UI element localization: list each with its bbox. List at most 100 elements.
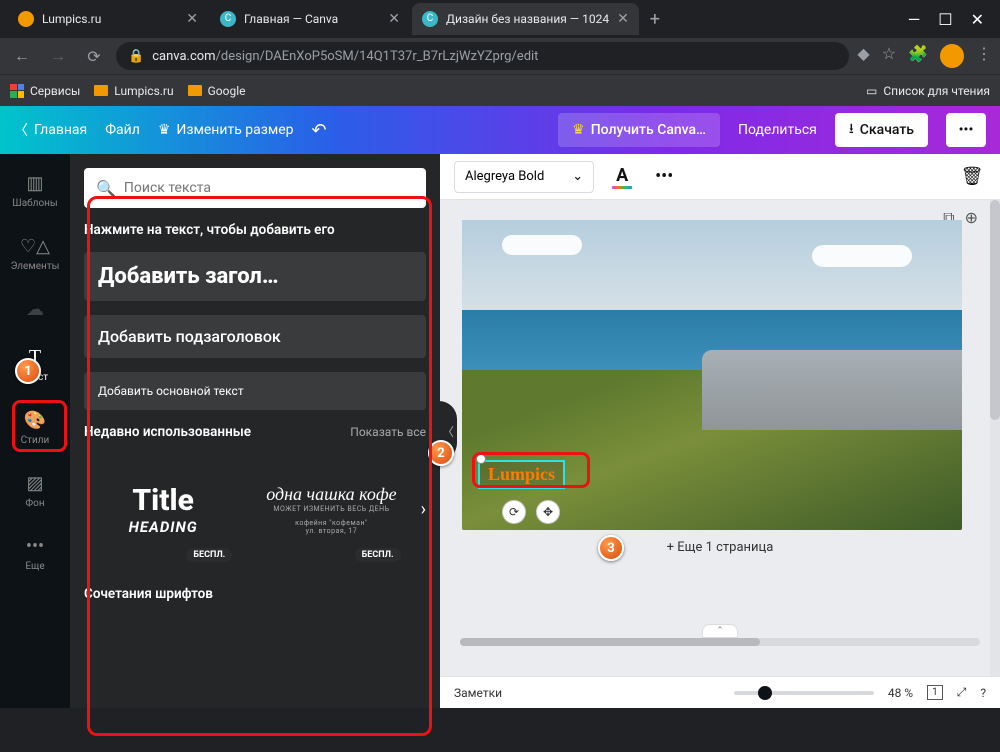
window-close[interactable]: ✕ [971, 10, 984, 29]
zoom-value: 48 % [888, 686, 913, 700]
tab-canva-home[interactable]: C Главная — Canva ✕ [210, 3, 410, 35]
share-button[interactable]: Поделиться [738, 122, 817, 138]
scrollbar-thumb[interactable] [460, 638, 760, 646]
close-icon[interactable]: ✕ [186, 11, 198, 27]
scrollbar-caret[interactable]: ⌃ [702, 624, 738, 638]
tab-title: Главная — Canva [244, 12, 338, 26]
address-bar: ← → ⟳ 🔒 canva.com/design/DAEnXoP5oSM/14Q… [0, 38, 1000, 74]
color-bar-icon [612, 186, 632, 189]
move-button[interactable]: ✥ [536, 500, 560, 524]
horizontal-scrollbar[interactable]: ⌃ [460, 638, 980, 646]
sidebar-background[interactable]: ▨Фон [0, 468, 70, 513]
bookmark-google[interactable]: Google [188, 84, 246, 98]
nav-forward[interactable]: → [44, 42, 72, 70]
free-badge: БЕСПЛ. [355, 548, 401, 562]
reading-list[interactable]: ▭ Список для чтения [866, 84, 990, 98]
app-body: ▥Шаблоны ♡△Элементы ☁ TТекст 🎨Стили ▨Фон… [0, 154, 1000, 708]
canvas-wrap: ⧉ ⊕ Lumpics ⟳ ✥ + Еще 1 с [440, 200, 1000, 676]
bookmark-label: Lumpics.ru [114, 84, 173, 98]
tab-lumpics[interactable]: Lumpics.ru ✕ [8, 3, 208, 35]
menu-icon[interactable]: ⋮ [976, 44, 992, 68]
tab-title: Дизайн без названия — 1024 [446, 12, 609, 26]
window-maximize[interactable]: ☐ [938, 10, 952, 29]
extension-icon[interactable]: 🧩 [908, 44, 928, 68]
bookmark-label: Сервисы [30, 84, 80, 98]
tab-canva-design[interactable]: C Дизайн без названия — 1024 ✕ [412, 3, 639, 35]
window-minimize[interactable]: — [908, 10, 921, 29]
star-icon[interactable]: ☆ [882, 44, 896, 68]
add-body-button[interactable]: Добавить основной текст [84, 372, 426, 410]
home-button[interactable]: 〈Главная [14, 120, 87, 140]
footer-bar: Заметки 48 % 1 ⤢ ? [440, 676, 1000, 708]
new-tab-button[interactable]: + [641, 5, 669, 33]
notes-button[interactable]: Заметки [454, 686, 502, 700]
sidebar-templates[interactable]: ▥Шаблоны [0, 168, 70, 213]
text-content: Lumpics [488, 464, 555, 484]
font-combos-heading: Сочетания шрифтов [84, 586, 426, 602]
template-title[interactable]: Title HEADING БЕСПЛ. [84, 454, 242, 564]
bookmarks-bar: Сервисы Lumpics.ru Google ▭ Список для чт… [0, 74, 1000, 106]
design-canvas[interactable]: Lumpics ⟳ ✥ [462, 220, 962, 530]
sidebar-elements[interactable]: ♡△Элементы [0, 231, 70, 276]
crown-icon: ♛ [572, 122, 585, 138]
close-icon[interactable]: ✕ [617, 11, 629, 27]
bookmark-lumpics[interactable]: Lumpics.ru [94, 84, 173, 98]
text-element[interactable]: Lumpics [478, 460, 565, 489]
grid-view-icon[interactable]: 1 [927, 685, 943, 700]
more-toolbar-button[interactable]: ••• [650, 163, 678, 191]
zoom-slider[interactable] [734, 691, 874, 695]
cloud [812, 245, 912, 267]
nav-reload[interactable]: ⟳ [80, 42, 108, 70]
bookmark-services[interactable]: Сервисы [10, 84, 80, 98]
cloud-icon: ☁ [24, 298, 46, 320]
more-button[interactable]: ••• [946, 113, 986, 147]
crown-icon: ♛ [158, 122, 171, 138]
tab-title: Lumpics.ru [42, 12, 101, 26]
palette-icon: 🎨 [24, 409, 46, 431]
add-page-link[interactable]: + Еще 1 страница [440, 540, 1000, 555]
resize-button[interactable]: ♛Изменить размер [158, 122, 294, 138]
download-button[interactable]: ⭳Скачать [835, 113, 928, 147]
zoom-thumb[interactable] [758, 686, 772, 700]
recent-heading: Недавно использованные [84, 424, 251, 440]
get-pro-button[interactable]: ♛Получить Canva… [558, 113, 720, 147]
sidebar-uploads[interactable]: ☁ [0, 294, 70, 324]
nav-back[interactable]: ← [8, 42, 36, 70]
templates-icon: ▥ [24, 172, 46, 194]
chevron-right-icon[interactable]: › [421, 499, 426, 520]
add-page-icon[interactable]: ⊕ [965, 208, 978, 228]
help-icon[interactable]: ? [980, 686, 986, 700]
trash-button[interactable]: 🗑 [958, 163, 986, 191]
chevron-left-icon: 〈 [14, 120, 28, 140]
text-color-button[interactable]: A [608, 163, 636, 191]
search-icon: 🔍 [96, 179, 116, 198]
list-icon: ▭ [866, 84, 877, 98]
bookmark-label: Google [208, 84, 246, 98]
search-box[interactable]: 🔍 [84, 168, 426, 208]
search-input[interactable] [124, 180, 414, 196]
canva-app-icon[interactable]: ◆ [857, 44, 869, 68]
rotate-handle[interactable] [476, 454, 486, 464]
file-menu[interactable]: Файл [105, 122, 140, 138]
scrollbar-thumb[interactable] [990, 200, 1000, 420]
sidebar-styles[interactable]: 🎨Стили [0, 405, 70, 450]
template-coffee[interactable]: одна чашка кофе МОЖЕТ ИЗМЕНИТЬ ВЕСЬ ДЕНЬ… [252, 454, 410, 564]
free-badge: БЕСПЛ. [186, 548, 232, 562]
sidebar-more[interactable]: •••Еще [0, 531, 70, 576]
add-heading-button[interactable]: Добавить загол… [84, 252, 426, 301]
folder-icon [94, 85, 108, 96]
undo-button[interactable]: ↶ [312, 120, 327, 141]
add-subheading-button[interactable]: Добавить подзаголовок [84, 315, 426, 358]
fullscreen-icon[interactable]: ⤢ [957, 685, 967, 700]
show-all-link[interactable]: Показать все [350, 425, 426, 439]
font-select[interactable]: Alegreya Bold ⌄ [454, 161, 594, 193]
rotate-button[interactable]: ⟳ [502, 500, 526, 524]
vertical-scrollbar[interactable] [990, 200, 1000, 676]
profile-avatar[interactable] [940, 44, 964, 68]
side-nav: ▥Шаблоны ♡△Элементы ☁ TТекст 🎨Стили ▨Фон… [0, 154, 70, 708]
close-icon[interactable]: ✕ [388, 11, 400, 27]
url-field[interactable]: 🔒 canva.com/design/DAEnXoP5oSM/14Q1T37r_… [116, 42, 849, 70]
reading-label: Список для чтения [883, 84, 990, 98]
badge-3: 3 [598, 535, 624, 561]
editor-toolbar: Alegreya Bold ⌄ A ••• 🗑 [440, 154, 1000, 200]
